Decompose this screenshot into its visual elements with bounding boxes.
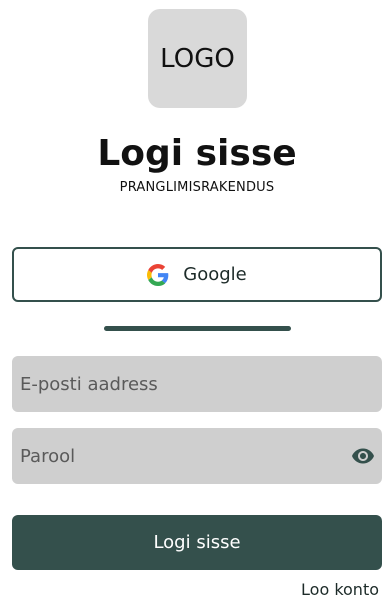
email-field-container (12, 356, 382, 412)
logo: LOGO (148, 9, 247, 108)
password-field-container (12, 428, 382, 484)
create-account-link[interactable]: Loo konto (301, 580, 379, 599)
page-title: Logi sisse (97, 133, 297, 174)
page-subtitle: PRANGLIMISRAKENDUS (119, 180, 275, 195)
email-field[interactable] (20, 373, 382, 395)
login-button-label: Logi sisse (153, 532, 241, 553)
password-field[interactable] (20, 445, 338, 467)
eye-icon[interactable] (350, 444, 376, 468)
google-g-icon (147, 263, 169, 286)
google-button-label: Google (183, 264, 247, 285)
divider (104, 326, 291, 331)
login-button[interactable]: Logi sisse (12, 515, 382, 570)
logo-text: LOGO (160, 43, 235, 74)
google-login-button[interactable]: Google (12, 247, 382, 302)
